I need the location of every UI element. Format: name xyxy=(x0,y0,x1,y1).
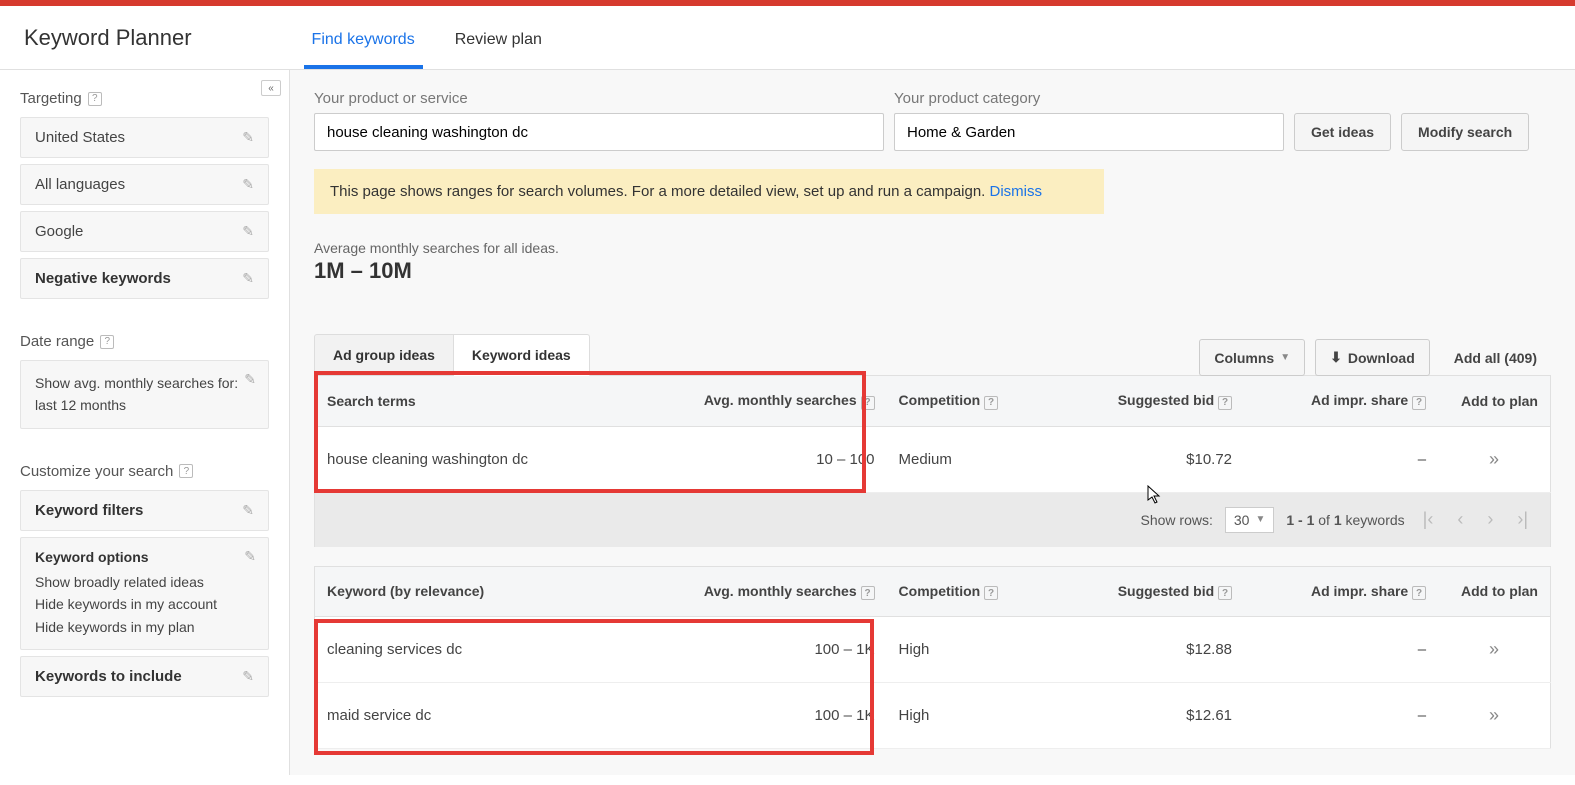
chevron-down-icon: ▼ xyxy=(1255,514,1265,525)
chevron-down-icon: ▼ xyxy=(1280,352,1290,363)
col-avg-searches: Avg. monthly searches ? xyxy=(682,376,886,427)
col-add-plan: Add to plan xyxy=(1438,376,1550,427)
targeting-network[interactable]: Google ✎ xyxy=(20,211,269,252)
col-ad-impr: Ad impr. share ? xyxy=(1244,376,1438,427)
mouse-cursor-icon xyxy=(1147,485,1161,505)
first-page-icon[interactable]: |‹ xyxy=(1417,509,1440,530)
col-avg-searches: Avg. monthly searches ? xyxy=(682,566,886,617)
targeting-language[interactable]: All languages ✎ xyxy=(20,164,269,205)
next-page-icon[interactable]: › xyxy=(1481,509,1499,530)
help-icon[interactable]: ? xyxy=(100,335,114,349)
tab-review-plan[interactable]: Review plan xyxy=(455,31,542,69)
col-competition: Competition ? xyxy=(887,566,1061,617)
col-search-terms: Search terms xyxy=(315,376,683,427)
help-icon[interactable]: ? xyxy=(861,586,875,600)
pencil-icon: ✎ xyxy=(244,371,256,388)
columns-button[interactable]: Columns▼ xyxy=(1199,339,1305,376)
pencil-icon: ✎ xyxy=(242,129,254,146)
get-ideas-button[interactable]: Get ideas xyxy=(1294,113,1391,151)
targeting-location[interactable]: United States ✎ xyxy=(20,117,269,158)
add-to-plan-icon[interactable]: » xyxy=(1489,705,1499,725)
header: Keyword Planner Find keywords Review pla… xyxy=(0,6,1575,70)
col-suggested-bid: Suggested bid ? xyxy=(1060,376,1244,427)
table-row: maid service dc 100 – 1K High $12.61 – » xyxy=(315,683,1551,749)
summary-value: 1M – 10M xyxy=(314,258,1551,284)
category-input[interactable] xyxy=(894,113,1284,151)
search-terms-table: Search terms Avg. monthly searches ? Com… xyxy=(314,375,1551,493)
page-range: 1 - 1 of 1 keywords xyxy=(1286,512,1404,528)
app-title: Keyword Planner xyxy=(24,25,192,69)
pencil-icon: ✎ xyxy=(242,176,254,193)
dismiss-link[interactable]: Dismiss xyxy=(990,183,1043,200)
help-icon[interactable]: ? xyxy=(984,396,998,410)
download-icon: ⬇ xyxy=(1330,349,1342,366)
add-to-plan-icon[interactable]: » xyxy=(1489,449,1499,469)
pencil-icon: ✎ xyxy=(244,548,256,565)
main-content: Your product or service Your product cat… xyxy=(290,70,1575,775)
tab-find-keywords[interactable]: Find keywords xyxy=(312,31,415,69)
help-icon[interactable]: ? xyxy=(88,92,102,106)
col-add-plan: Add to plan xyxy=(1438,566,1550,617)
pagination: Show rows: 30▼ 1 - 1 of 1 keywords |‹ ‹ … xyxy=(314,493,1551,547)
help-icon[interactable]: ? xyxy=(1218,586,1232,600)
keyword-options-box[interactable]: ✎ Keyword options Show broadly related i… xyxy=(20,537,269,650)
help-icon[interactable]: ? xyxy=(1412,586,1426,600)
tab-ad-group-ideas[interactable]: Ad group ideas xyxy=(314,334,454,376)
modify-search-button[interactable]: Modify search xyxy=(1401,113,1529,151)
product-label: Your product or service xyxy=(314,90,884,107)
summary-label: Average monthly searches for all ideas. xyxy=(314,240,1551,256)
date-range-label: Date range ? xyxy=(20,333,269,350)
help-icon[interactable]: ? xyxy=(179,464,193,478)
table-row: cleaning services dc 100 – 1K High $12.8… xyxy=(315,617,1551,683)
col-competition: Competition ? xyxy=(887,376,1061,427)
col-suggested-bid: Suggested bid ? xyxy=(1060,566,1244,617)
last-page-icon[interactable]: ›| xyxy=(1511,509,1534,530)
pencil-icon: ✎ xyxy=(242,668,254,685)
pencil-icon: ✎ xyxy=(242,270,254,287)
keyword-filters-box[interactable]: Keyword filters ✎ xyxy=(20,490,269,531)
download-button[interactable]: ⬇Download xyxy=(1315,339,1430,376)
tab-keyword-ideas[interactable]: Keyword ideas xyxy=(454,334,590,376)
sidebar: « Targeting ? United States ✎ All langua… xyxy=(0,70,290,775)
product-input[interactable] xyxy=(314,113,884,151)
targeting-negative-keywords[interactable]: Negative keywords ✎ xyxy=(20,258,269,299)
category-label: Your product category xyxy=(894,90,1284,107)
add-all-button[interactable]: Add all (409) xyxy=(1440,339,1551,376)
add-to-plan-icon[interactable]: » xyxy=(1489,639,1499,659)
help-icon[interactable]: ? xyxy=(861,396,875,410)
prev-page-icon[interactable]: ‹ xyxy=(1451,509,1469,530)
col-keyword: Keyword (by relevance) xyxy=(315,566,683,617)
keywords-to-include-box[interactable]: Keywords to include ✎ xyxy=(20,656,269,697)
rows-select[interactable]: 30▼ xyxy=(1225,507,1274,533)
date-range-box[interactable]: ✎ Show avg. monthly searches for: last 1… xyxy=(20,360,269,429)
customize-label: Customize your search ? xyxy=(20,463,269,480)
notice-banner: This page shows ranges for search volume… xyxy=(314,169,1104,214)
col-ad-impr: Ad impr. share ? xyxy=(1244,566,1438,617)
help-icon[interactable]: ? xyxy=(1412,396,1426,410)
keyword-ideas-table: Keyword (by relevance) Avg. monthly sear… xyxy=(314,566,1551,750)
show-rows-label: Show rows: xyxy=(1141,512,1213,528)
targeting-label: Targeting ? xyxy=(20,90,269,107)
collapse-sidebar-button[interactable]: « xyxy=(261,80,281,96)
help-icon[interactable]: ? xyxy=(1218,396,1232,410)
pencil-icon: ✎ xyxy=(242,223,254,240)
pencil-icon: ✎ xyxy=(242,502,254,519)
header-tabs: Find keywords Review plan xyxy=(312,6,542,69)
help-icon[interactable]: ? xyxy=(984,586,998,600)
table-row: house cleaning washington dc 10 – 100 Me… xyxy=(315,426,1551,492)
